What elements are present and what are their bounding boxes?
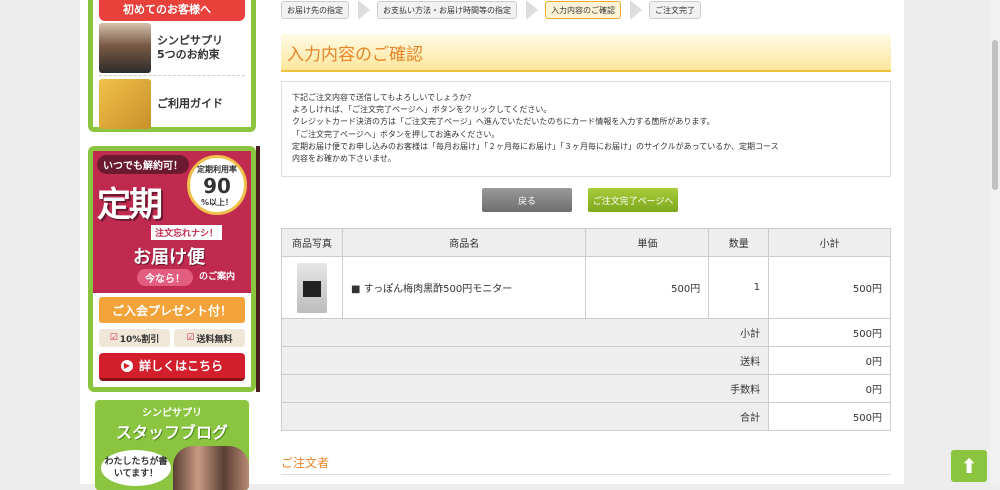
teiki-big-text: 定期 xyxy=(97,185,163,225)
blog-title-small: シンピサプリ xyxy=(142,408,202,419)
product-subtotal: 500円 xyxy=(768,256,891,319)
table-header-row: 商品写真 商品名 単価 数量 小計 xyxy=(281,228,891,257)
teiki-bottom: ご入会プレゼント付！ ☑ 10%割引 ☑ 送料無料 ▶ 詳しくはこちら xyxy=(93,293,251,387)
free-shipping-chip: ☑ 送料無料 xyxy=(174,329,245,347)
step-delivery: お届け先の指定 xyxy=(281,1,349,19)
divider xyxy=(281,474,891,475)
teiki-top-text: いつでも解約可！ xyxy=(97,155,189,174)
step-payment: お支払い方法・お届け時間等の指定 xyxy=(377,1,517,19)
notice-line: 内容をお確かめ下さいませ。 xyxy=(292,154,396,164)
page-title: 入力内容のご確認 xyxy=(287,44,423,65)
present-banner: ご入会プレゼント付！ xyxy=(99,297,245,323)
table-row: ■ すっぽん梅肉黒酢500円モニター 500円 1 500円 xyxy=(281,256,891,319)
play-icon: ▶ xyxy=(120,359,133,372)
product-qty: 1 xyxy=(708,256,770,319)
column-header: 商品写真 xyxy=(281,228,343,257)
check-icon: ☑ xyxy=(186,333,195,343)
notice-line: 「ご注文完了ページへ」ボタンを押してお進みください。 xyxy=(292,129,500,139)
summary-label: 小計 xyxy=(280,318,770,347)
guide-item-promise[interactable]: シンピサプリ 5つのお約束 xyxy=(99,21,245,76)
discount-chip-label: 10%割引 xyxy=(119,334,160,345)
column-header: 小計 xyxy=(768,228,891,257)
rate-value: 90 xyxy=(203,174,231,198)
page-title-bar: 入力内容のご確認 xyxy=(281,34,891,72)
scrollbar-thumb[interactable] xyxy=(992,40,998,190)
summary-value: 500円 xyxy=(768,318,891,347)
guide-item-label: シンピサプリ xyxy=(157,34,223,47)
blog-title-large: スタッフブログ xyxy=(115,423,228,442)
teiki-guide-text: のご案内 xyxy=(199,272,236,282)
step-confirm: 入力内容のご確認 xyxy=(545,1,621,19)
summary-row: 合計 500円 xyxy=(280,402,891,431)
guidebook-icon xyxy=(99,78,151,129)
product-name: ■ すっぽん梅肉黒酢500円モニター xyxy=(341,256,587,319)
confirm-notice: 下記ご注文内容で送信してもよろしいでしょうか？ よろしければ、「ご注文完了ページ… xyxy=(281,81,891,177)
discount-chip: ☑ 10%割引 xyxy=(99,329,170,347)
step-arrow-icon xyxy=(526,0,538,20)
guide-box: 初めてのお客様へ シンピサプリ 5つのお約束 ご利用ガイド xyxy=(88,0,256,132)
summary-value: 500円 xyxy=(768,402,891,431)
notice-line: クレジットカード決済の方は「ご注文完了ページ」へ進んでいただいたのちにカード情報… xyxy=(292,117,715,127)
scroll-to-top-button[interactable]: ⬆ xyxy=(951,450,987,482)
notice-line: 定期お届け便でお申し込みのお客様は「毎月お届け」「２ヶ月毎にお届け」「３ヶ月毎に… xyxy=(292,141,779,151)
scrollbar[interactable] xyxy=(990,0,1000,484)
notice-line: よろしければ、「ご注文完了ページへ」ボタンをクリックしてください。 xyxy=(292,105,552,115)
detail-button[interactable]: ▶ 詳しくはこちら xyxy=(99,353,245,381)
detail-button-label: 詳しくはこちら xyxy=(138,359,223,373)
staff-blog-banner[interactable]: シンピサプリ スタッフブログ わたしたちが書いてます！ xyxy=(95,400,249,490)
product-photo-cell xyxy=(281,256,343,319)
guide-header[interactable]: 初めてのお客様へ xyxy=(99,0,245,21)
guide-item-label: ご利用ガイド xyxy=(157,96,223,110)
summary-row: 送料 0円 xyxy=(280,346,891,375)
checkout-steps: お届け先の指定 お支払い方法・お届け時間等の指定 入力内容のご確認 ご注文完了 xyxy=(281,0,701,20)
staff-photo xyxy=(173,446,249,490)
teiki-banner[interactable]: いつでも解約可！ 定期 定期利用率 90 %以上！ 注文忘れナシ！ お届け便 今… xyxy=(88,146,256,392)
complete-order-button[interactable]: ご注文完了ページへ xyxy=(588,188,678,212)
step-arrow-icon xyxy=(630,0,642,20)
rate-badge: 定期利用率 90 %以上！ xyxy=(187,155,247,215)
teiki-now-text: 今なら！ xyxy=(137,269,193,286)
summary-value: 0円 xyxy=(768,346,891,375)
check-icon: ☑ xyxy=(109,333,118,343)
teiki-sub-text: 注文忘れナシ！ xyxy=(151,225,223,240)
benefit-chips: ☑ 10%割引 ☑ 送料無料 xyxy=(99,329,245,347)
woman-photo xyxy=(99,23,151,73)
up-arrow-icon: ⬆ xyxy=(960,454,978,478)
summary-label: 手数料 xyxy=(280,374,770,403)
step-complete: ご注文完了 xyxy=(649,1,701,19)
free-shipping-chip-label: 送料無料 xyxy=(196,334,233,345)
teiki-mid-text: お届け便 xyxy=(133,247,205,268)
summary-label: 合計 xyxy=(280,402,770,431)
order-table: 商品写真 商品名 単価 数量 小計 ■ すっぽん梅肉黒酢500円モニター 500… xyxy=(280,228,891,431)
blog-bubble: わたしたちが書いてます！ xyxy=(101,450,171,486)
summary-row: 小計 500円 xyxy=(280,318,891,347)
summary-value: 0円 xyxy=(768,374,891,403)
notice-line: 下記ご注文内容で送信してもよろしいでしょうか？ xyxy=(292,93,476,102)
product-price: 500円 xyxy=(585,256,710,319)
column-header: 単価 xyxy=(585,228,710,257)
orderer-heading: ご注文者 xyxy=(281,456,330,470)
summary-row: 手数料 0円 xyxy=(280,374,891,403)
teiki-edge xyxy=(256,146,260,392)
step-arrow-icon xyxy=(358,0,370,20)
back-button[interactable]: 戻る xyxy=(482,188,572,212)
rate-unit: %以上！ xyxy=(200,198,233,207)
column-header: 数量 xyxy=(708,228,770,257)
guide-item-usage[interactable]: ご利用ガイド xyxy=(99,76,245,131)
column-header: 商品名 xyxy=(341,228,587,257)
product-photo xyxy=(296,262,327,313)
summary-label: 送料 xyxy=(280,346,770,375)
guide-item-label: 5つのお約束 xyxy=(157,48,220,61)
